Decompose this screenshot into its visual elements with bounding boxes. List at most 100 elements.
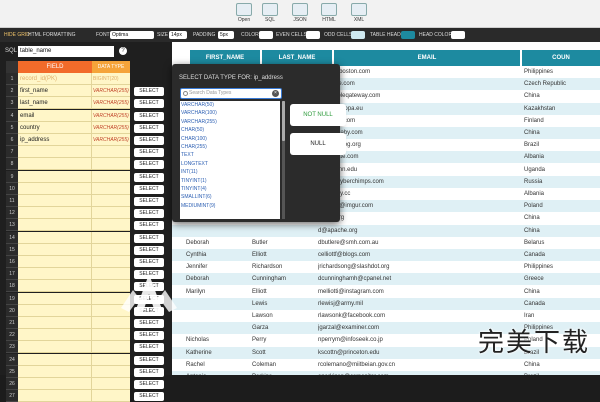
field-name-cell[interactable] [18,390,92,402]
data-type-option[interactable]: TINYINT(1) [180,177,280,185]
data-type-cell[interactable] [92,390,130,402]
data-type-cell[interactable] [92,171,130,183]
field-name-cell[interactable] [18,268,92,280]
select-type-button[interactable]: SELECT [134,124,164,133]
data-type-option[interactable]: MEDIUMINT(9) [180,202,280,210]
size-select[interactable]: 14px [169,31,187,39]
data-type-cell[interactable] [92,232,130,244]
field-name-cell[interactable]: ip_address [18,134,92,146]
data-type-option[interactable]: TEXT [180,151,280,159]
not-null-button[interactable]: NOT NULL [290,104,346,126]
field-name-cell[interactable] [18,329,92,341]
data-type-option[interactable]: TINYINT(4) [180,185,280,193]
data-type-cell[interactable]: VARCHAR(255) [92,97,130,109]
field-name-cell[interactable] [18,305,92,317]
data-type-cell[interactable]: VARCHAR(255) [92,122,130,134]
data-type-cell[interactable] [92,195,130,207]
select-type-button[interactable]: SELECT [134,197,164,206]
field-name-cell[interactable] [18,232,92,244]
field-name-cell[interactable] [18,183,92,195]
data-type-cell[interactable] [92,366,130,378]
null-button[interactable]: NULL [290,133,346,155]
field-name-cell[interactable]: first_name [18,85,92,97]
toolbar-button-open[interactable]: Open [231,3,257,27]
table-row[interactable]: DeborahCunninghamdcunninghamh@cpanel.net… [172,273,600,285]
column-header-country[interactable]: COUN [522,50,600,66]
select-type-button[interactable]: SELECT [134,99,164,108]
select-type-button[interactable]: SELECT [134,234,164,243]
data-type-option[interactable]: INT(11) [180,168,280,176]
field-name-cell[interactable] [18,280,92,292]
field-name-cell[interactable] [18,378,92,390]
select-type-button[interactable]: SELECT [134,112,164,121]
data-type-option[interactable]: VARCHAR(50) [180,101,280,109]
field-name-cell[interactable] [18,146,92,158]
field-name-cell[interactable] [18,207,92,219]
select-type-button[interactable]: SELECT [134,392,164,401]
select-type-button[interactable]: SELECT [134,343,164,352]
even-cells-swatch[interactable] [306,31,320,39]
data-type-cell[interactable]: BIGINT(20) [92,73,130,85]
data-type-cell[interactable] [92,183,130,195]
select-type-button[interactable]: SELECT [134,380,164,389]
select-type-button[interactable]: SELECT [134,246,164,255]
select-type-button[interactable]: SELECT [134,173,164,182]
table-row[interactable]: RachelColemanrcolemano@miitbeian.gov.cnC… [172,359,600,371]
data-type-option[interactable]: CHAR(100) [180,135,280,143]
field-name-cell[interactable] [18,354,92,366]
toolbar-button-html[interactable]: HTML [316,3,342,27]
data-type-cell[interactable]: VARCHAR(255) [92,134,130,146]
select-type-button[interactable]: SELECT [134,221,164,230]
field-name-cell[interactable] [18,366,92,378]
table-row[interactable]: DeborahButlerdbutlere@smh.com.auBelarus [172,237,600,249]
field-name-cell[interactable] [18,244,92,256]
font-select[interactable]: Optima [110,31,154,39]
field-name-cell[interactable] [18,195,92,207]
data-type-cell[interactable] [92,341,130,353]
data-type-cell[interactable] [92,354,130,366]
select-type-button[interactable]: SELECT [134,356,164,365]
select-type-button[interactable]: SELECT [134,331,164,340]
data-type-cell[interactable] [92,207,130,219]
select-type-button[interactable]: SELECT [134,319,164,328]
table-head-swatch[interactable] [401,31,415,39]
data-type-cell[interactable] [92,317,130,329]
field-name-cell[interactable] [18,158,92,170]
data-type-scrollbar[interactable] [282,101,285,219]
field-name-cell[interactable] [18,171,92,183]
color-swatch[interactable] [259,31,273,39]
toolbar-button-json[interactable]: JSON [287,3,313,27]
select-type-button[interactable]: SELECT [134,148,164,157]
select-type-button[interactable]: SELECT [134,209,164,218]
data-type-cell[interactable]: VARCHAR(255) [92,110,130,122]
help-icon[interactable]: ? [119,47,127,55]
toolbar-button-xml[interactable]: XML [346,3,372,27]
select-type-button[interactable]: SELECT [134,87,164,96]
table-row[interactable]: Lawsonrlawsonk@facebook.comIran [172,310,600,322]
field-name-cell[interactable]: last_name [18,97,92,109]
head-color-swatch[interactable] [451,31,465,39]
clear-icon[interactable]: × [272,90,279,97]
data-type-option[interactable]: VARCHAR(100) [180,109,280,117]
data-type-cell[interactable] [92,244,130,256]
table-row[interactable]: JenniferRichardsonjrichardsong@slashdot.… [172,261,600,273]
field-name-cell[interactable]: record_id(PK) [18,73,92,85]
scrollbar-thumb[interactable] [282,101,285,141]
toolbar-button-sql[interactable]: SQL [257,3,283,27]
data-type-option[interactable]: SMALLINT(6) [180,193,280,201]
field-name-cell[interactable]: email [18,110,92,122]
data-type-search-input[interactable]: Search Data Types × [180,88,282,99]
table-row[interactable]: MarilynElliottmelliotti@instagram.comChi… [172,286,600,298]
odd-cells-swatch[interactable] [351,31,365,39]
table-row[interactable]: Lewisrlewisj@army.milCanada [172,298,600,310]
select-type-button[interactable]: SELECT [134,136,164,145]
table-row[interactable]: CynthiaElliottcelliottf@blogs.comCanada [172,249,600,261]
field-name-cell[interactable]: country [18,122,92,134]
table-row[interactable]: d@apache.orgChina [172,225,600,237]
field-name-cell[interactable] [18,293,92,305]
data-type-cell[interactable] [92,378,130,390]
select-type-button[interactable]: SELECT [134,160,164,169]
padding-select[interactable]: 5px [218,31,234,39]
field-name-cell[interactable] [18,219,92,231]
data-type-cell[interactable] [92,256,130,268]
